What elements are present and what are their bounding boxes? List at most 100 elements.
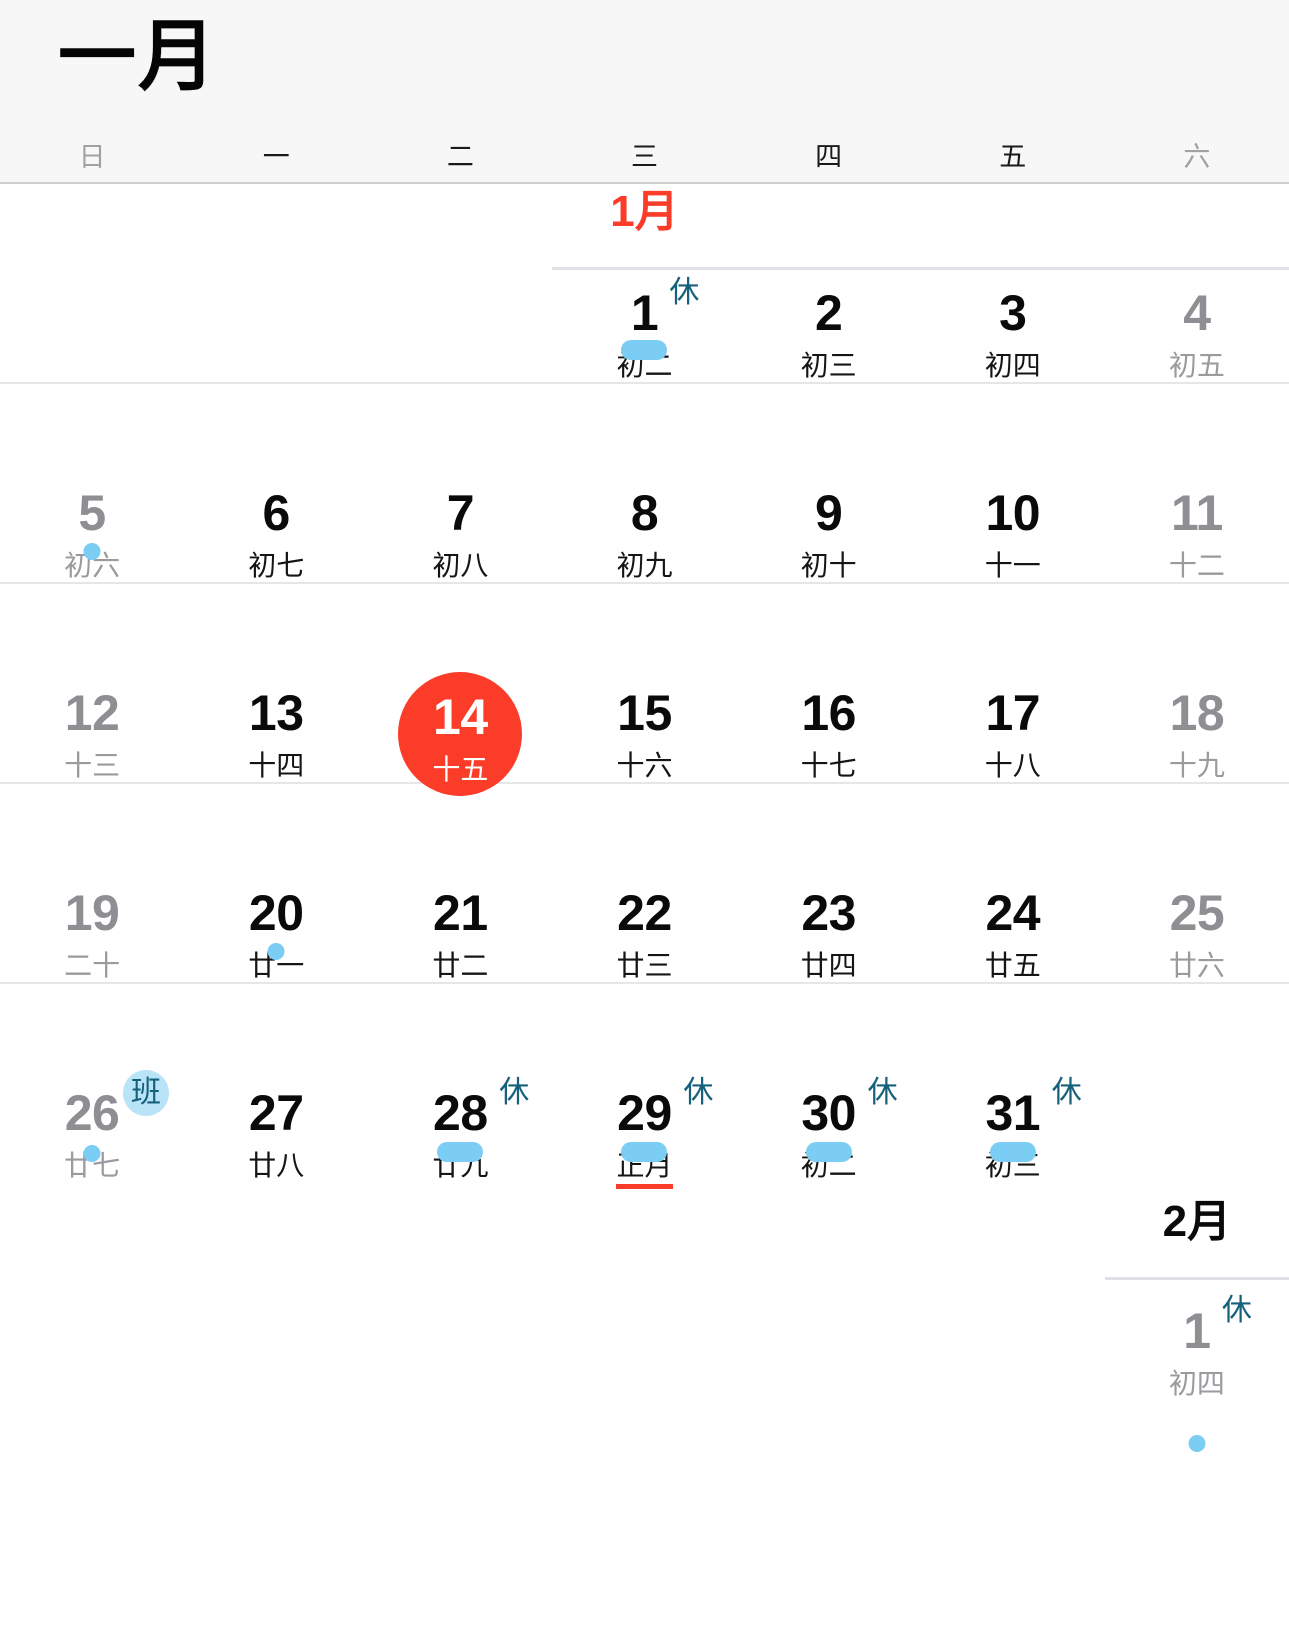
calendar-week-row: 12 十三 13 十四 14 十五 15 十六 16 十七 17 十八 18 十九 [0, 584, 1289, 796]
event-indicator [989, 1142, 1036, 1162]
lunar-date-label: 十九 [1168, 750, 1225, 781]
lunar-date-label: 廿二 [432, 950, 489, 981]
lunar-date-label: 十三 [64, 750, 121, 781]
holiday-badge: 休 [1221, 1294, 1252, 1327]
day-number: 15 [617, 685, 672, 741]
day-number: 8 [630, 485, 659, 541]
day-cell[interactable]: 26 廿七班 [0, 984, 184, 1184]
lunar-date-label: 廿八 [248, 1150, 305, 1181]
lunar-date-label: 廿六 [1168, 950, 1225, 981]
day-cell[interactable]: 12 十三 [0, 584, 184, 782]
day-number: 2 [814, 285, 843, 341]
day-number: 1 [630, 285, 659, 341]
calendar-header: 一月 [0, 0, 1289, 130]
weekday-thursday: 四 [815, 141, 843, 172]
day-cell[interactable]: 23 廿四 [737, 784, 921, 982]
day-number: 6 [262, 485, 291, 541]
day-cell[interactable]: 30 初二休 [737, 984, 921, 1184]
lunar-date-label: 廿五 [984, 950, 1041, 981]
day-cell[interactable]: 3 初四 [921, 184, 1105, 382]
weekday-wednesday: 三 [630, 141, 658, 172]
day-cell-empty [184, 184, 368, 382]
day-cell[interactable]: 18 十九 [1105, 584, 1289, 782]
day-cell[interactable]: 13 十四 [184, 584, 368, 782]
day-cell[interactable]: 9 初十 [737, 384, 921, 582]
day-cell[interactable]: 14 十五 [368, 584, 552, 796]
holiday-badge: 休 [669, 276, 700, 309]
calendar-week-row: 2月 1 初四 休 [0, 1184, 1289, 1536]
day-cell[interactable]: 31 初三休 [921, 984, 1105, 1184]
day-number: 19 [64, 885, 120, 941]
lunar-date-label: 初四 [1168, 1368, 1225, 1399]
day-cell-empty [0, 184, 184, 382]
day-number: 10 [985, 485, 1041, 541]
weekday-friday: 五 [999, 141, 1027, 172]
day-cell[interactable]: 7 初八 [368, 384, 552, 582]
lunar-date-label: 十一 [984, 550, 1041, 581]
day-number: 24 [985, 885, 1041, 941]
day-cell[interactable]: 19 二十 [0, 784, 184, 982]
day-number: 23 [801, 885, 856, 941]
day-number: 11 [1170, 485, 1223, 541]
day-cell-empty [921, 1184, 1105, 1536]
day-cell[interactable]: 4 初五 [1105, 184, 1289, 382]
day-cell[interactable]: 25 廿六 [1105, 784, 1289, 982]
day-number: 4 [1183, 285, 1211, 341]
day-cell[interactable]: 28 廿九休 [368, 984, 552, 1184]
day-cell[interactable]: 20 廿一 [184, 784, 368, 982]
day-cell[interactable]: 1月 1 初二休 [552, 182, 1289, 382]
day-number: 22 [617, 885, 672, 941]
lunar-date-label: 初八 [432, 550, 489, 581]
lunar-date-label: 十七 [800, 750, 857, 781]
day-number: 27 [248, 1085, 304, 1141]
lunar-date-label: 廿三 [616, 950, 673, 981]
day-cell[interactable]: 6 初七 [184, 384, 368, 582]
weekday-monday: 一 [262, 141, 290, 172]
day-cell[interactable]: 17 十八 [921, 584, 1105, 782]
calendar-week-row: 5 初六 6 初七 7 初八 8 初九 9 初十 10 十一 11 十二 [0, 384, 1289, 584]
day-number: 5 [78, 485, 106, 541]
day-cell[interactable]: 22 廿三 [552, 784, 736, 982]
event-indicator [1188, 1435, 1206, 1452]
day-cell[interactable]: 2 初三 [737, 184, 921, 382]
day-cell[interactable]: 21 廿二 [368, 784, 552, 982]
day-cell[interactable]: 15 十六 [552, 584, 736, 782]
lunar-date-label: 初五 [1168, 350, 1225, 381]
day-cell[interactable]: 2月 1 初四 休 [1104, 1184, 1289, 1536]
holiday-badge: 休 [499, 1076, 530, 1109]
page-title: 一月 [58, 12, 219, 100]
day-cell[interactable]: 11 十二 [1105, 384, 1289, 582]
day-cell-empty [184, 1184, 368, 1536]
day-number: 14 [433, 689, 488, 745]
event-indicator [621, 340, 668, 360]
day-cell[interactable]: 10 十一 [921, 384, 1105, 582]
lunar-date-label: 十五 [432, 754, 489, 785]
event-indicator [267, 943, 285, 960]
month-start-marker: 1月 [552, 182, 1289, 270]
day-cell[interactable]: 24 廿五 [921, 784, 1105, 982]
day-cell-empty [0, 1184, 184, 1536]
day-cell[interactable]: 29 正月休 [552, 984, 736, 1189]
event-indicator [621, 1142, 668, 1162]
month-start-label: 1月 [610, 187, 679, 236]
day-cell[interactable]: 16 十七 [737, 584, 921, 782]
day-cell[interactable]: 8 初九 [552, 384, 736, 582]
weekday-tuesday: 二 [446, 141, 474, 172]
day-cell[interactable]: 5 初六 [0, 384, 184, 582]
calendar-grid: 1月 1 初二休 2 初三 3 初四 4 初五 5 初六 6 初七 7 初八 8 初九 9 初十 10 十一 11 十二 12… [0, 184, 1289, 1536]
lunar-date-label: 初三 [800, 350, 857, 381]
day-cell-empty [1105, 984, 1289, 1184]
day-cell-empty [368, 1184, 552, 1536]
day-number: 12 [64, 685, 120, 741]
lunar-date-label: 初十 [800, 550, 857, 581]
lunar-date-label: 十六 [616, 750, 673, 781]
lunar-date-label: 廿四 [800, 950, 857, 981]
event-indicator [83, 1145, 101, 1162]
lunar-date-label: 二十 [64, 950, 121, 981]
lunar-date-label: 十二 [1168, 550, 1225, 581]
holiday-badge: 休 [1051, 1076, 1082, 1109]
lunar-date-label: 十八 [984, 750, 1041, 781]
day-cell-empty [552, 1184, 736, 1536]
holiday-badge: 休 [867, 1076, 898, 1109]
day-cell[interactable]: 27 廿八 [184, 984, 368, 1184]
